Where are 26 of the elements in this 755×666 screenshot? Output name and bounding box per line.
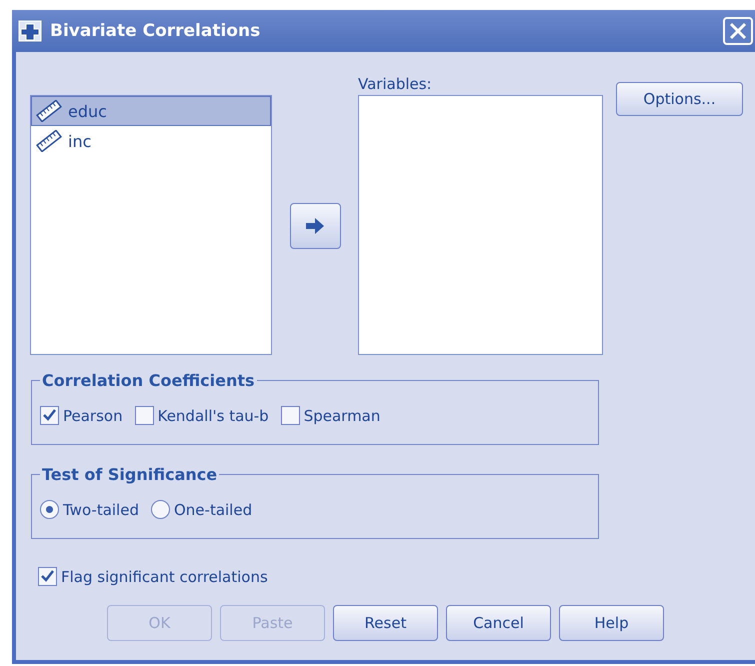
- group-title: Test of Significance: [41, 465, 218, 484]
- dialog-icon: [18, 20, 42, 42]
- close-icon: [728, 21, 748, 41]
- variables-label: Variables:: [358, 75, 433, 95]
- variable-name: inc: [68, 132, 92, 150]
- close-button[interactable]: [723, 17, 753, 45]
- checkbox[interactable]: Spearman: [280, 406, 380, 425]
- dialog-button[interactable]: Help: [559, 605, 664, 641]
- list-item[interactable]: educ: [31, 96, 271, 126]
- window-title: Bivariate Correlations: [50, 21, 260, 41]
- arrow-icon: [304, 217, 326, 235]
- radio-button[interactable]: One-tailed: [150, 500, 252, 519]
- list-item[interactable]: inc: [31, 126, 271, 156]
- variable-name: educ: [68, 102, 107, 120]
- checkmark-icon: [42, 408, 57, 423]
- checkbox[interactable]: Flag significant correlations: [38, 567, 268, 586]
- checkbox[interactable]: Kendall's tau-b: [134, 406, 269, 425]
- group-title: Correlation Coefficients: [41, 371, 256, 390]
- move-button[interactable]: [290, 203, 340, 249]
- radio-button[interactable]: Two-tailed: [40, 500, 139, 519]
- variable-list[interactable]: educ inc: [30, 95, 272, 355]
- checkmark-icon: [40, 569, 55, 584]
- options-button[interactable]: Options...: [616, 82, 743, 116]
- dialog-button[interactable]: Reset: [333, 605, 438, 641]
- dialog-button[interactable]: Cancel: [446, 605, 551, 641]
- checkbox[interactable]: Pearson: [40, 406, 123, 425]
